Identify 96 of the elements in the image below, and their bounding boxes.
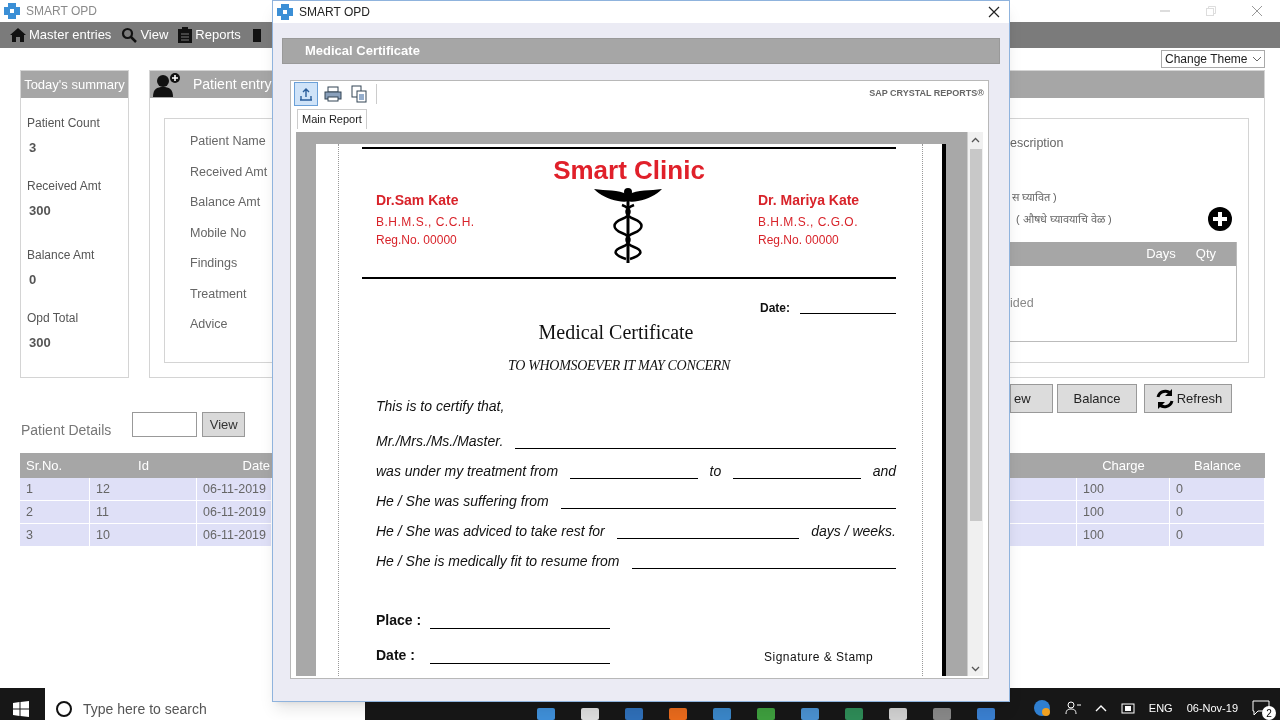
field-label: Findings	[190, 255, 239, 272]
certificate-text: and	[872, 462, 896, 481]
registration-number: Reg.No. 00000	[376, 232, 458, 249]
chevron-down-icon	[1253, 56, 1261, 62]
notification-icon[interactable]	[1252, 700, 1270, 716]
panel-header: Today's summary	[21, 71, 128, 98]
field-label: Patient Name	[190, 133, 267, 150]
note-text: स घ्यावित )	[1012, 189, 1057, 205]
date-label: Date:	[760, 300, 790, 317]
field-label: Mobile No	[190, 224, 248, 242]
search-placeholder: Type here to search	[83, 699, 207, 719]
certificate-subtitle: TO WHOMSOEVER IT MAY CONCERN	[506, 357, 732, 375]
app-icon	[4, 3, 20, 19]
clinic-name: Smart Clinic	[552, 155, 706, 185]
certificate-text: He / She was suffering from	[376, 492, 549, 511]
intro-text: This is to certify that,	[375, 397, 506, 416]
section-title: Patient Details	[21, 421, 112, 440]
place-label: Place :	[376, 611, 423, 630]
action-button[interactable]: ew	[1010, 384, 1053, 413]
summary-value: 300	[29, 201, 52, 220]
doctor-name: Dr.Sam Kate	[376, 191, 460, 210]
table-cell: 3	[20, 524, 90, 547]
field-label: Balance Amt	[190, 194, 262, 211]
theme-dropdown[interactable]: Change Theme	[1161, 50, 1265, 68]
view-button[interactable]: View	[202, 412, 246, 437]
registration-number: Reg.No. 00000	[758, 232, 840, 249]
column-header: Charge	[1101, 456, 1146, 475]
close-button[interactable]	[987, 5, 1001, 19]
column-header: Sr.No.	[25, 456, 64, 475]
date-label: Date :	[376, 646, 416, 665]
search-icon	[121, 27, 138, 43]
certificate-title: Medical Certificate	[537, 320, 695, 345]
scroll-down-icon[interactable]	[971, 666, 980, 672]
notification-badge: 2	[1262, 706, 1276, 720]
column-header: Id	[137, 456, 150, 475]
summary-value: 3	[29, 139, 38, 157]
action-button[interactable]: Balance	[1057, 384, 1137, 413]
empty-text: ided	[1010, 294, 1035, 312]
summary-value: 300	[29, 333, 52, 352]
close-icon[interactable]	[1251, 5, 1263, 17]
column-header: Balance	[1193, 456, 1242, 475]
menu-item[interactable]: Master entries	[10, 24, 112, 46]
summary-label: Balance Amt	[27, 247, 96, 264]
signature-label: Signature & Stamp	[764, 649, 874, 666]
table-cell: 10	[90, 524, 197, 547]
field-label: Received Amt	[190, 163, 269, 181]
doctor-name: Dr. Mariya Kate	[758, 191, 861, 210]
window-title: SMART OPD	[26, 3, 97, 20]
window-title: SMART OPD	[299, 4, 370, 21]
people-icon[interactable]	[1064, 701, 1081, 715]
dialog-heading: Medical Certificate	[282, 38, 1000, 64]
field-label: Treatment	[190, 285, 248, 303]
scrollbar[interactable]	[967, 132, 983, 676]
export-icon[interactable]	[294, 82, 318, 106]
brand-label: SAP CRYSTAL REPORTS®	[869, 87, 984, 101]
copy-icon[interactable]	[348, 82, 370, 106]
doctor-degree: B.H.M.S., C.G.O.	[758, 214, 859, 231]
summary-label: Patient Count	[27, 115, 101, 132]
add-icon[interactable]	[1208, 207, 1232, 231]
note-text: ( औषधे घ्यावयाचि वेळ )	[1016, 212, 1112, 228]
certificate-text: days / weeks.	[811, 522, 896, 541]
report-tab[interactable]: Main Report	[297, 109, 367, 129]
app-icon	[277, 4, 293, 20]
taskbar-date[interactable]: 06-Nov-19	[1186, 699, 1238, 717]
certificate-text: He / She is medically fit to resume from	[376, 552, 620, 571]
table-cell: 0	[1170, 524, 1265, 547]
summary-value: 0	[29, 271, 38, 289]
scroll-up-icon[interactable]	[971, 137, 980, 143]
summary-label: Received Amt	[27, 177, 103, 195]
table-cell: 100	[1077, 524, 1170, 547]
search-field[interactable]	[132, 412, 198, 437]
column-header: Date	[241, 456, 271, 475]
circle-icon	[55, 700, 73, 718]
certificate-text: Mr./Mrs./Ms./Master.	[376, 432, 504, 451]
certificate-text: He / She was adviced to take rest for	[376, 522, 605, 541]
menu-item[interactable]: View	[121, 24, 169, 46]
windows-icon[interactable]	[13, 701, 29, 717]
add-user-icon	[153, 72, 181, 97]
column-header: Days	[1146, 245, 1176, 263]
action-button[interactable]: Refresh	[1144, 384, 1232, 413]
panel-title: Patient entry	[193, 75, 272, 94]
certificate-text: to	[709, 462, 722, 481]
home-icon	[10, 28, 26, 42]
column-header: Qty	[1195, 245, 1216, 263]
field-label: escription	[1010, 135, 1064, 152]
app-icon[interactable]	[1032, 699, 1051, 717]
doctor-degree: B.H.M.S., C.C.H.	[376, 214, 476, 231]
certificate-text: was under my treatment from	[376, 462, 559, 481]
summary-label: Opd Total	[27, 309, 80, 327]
menu-item[interactable]: Reports	[178, 24, 241, 46]
chevron-up-icon[interactable]	[1094, 704, 1107, 712]
dropdown-value: Change Theme	[1165, 51, 1248, 68]
language-indicator[interactable]: ENG	[1148, 699, 1173, 717]
field-label: Advice	[190, 316, 229, 333]
scroll-thumb[interactable]	[969, 149, 982, 521]
clipboard-icon	[178, 27, 193, 43]
